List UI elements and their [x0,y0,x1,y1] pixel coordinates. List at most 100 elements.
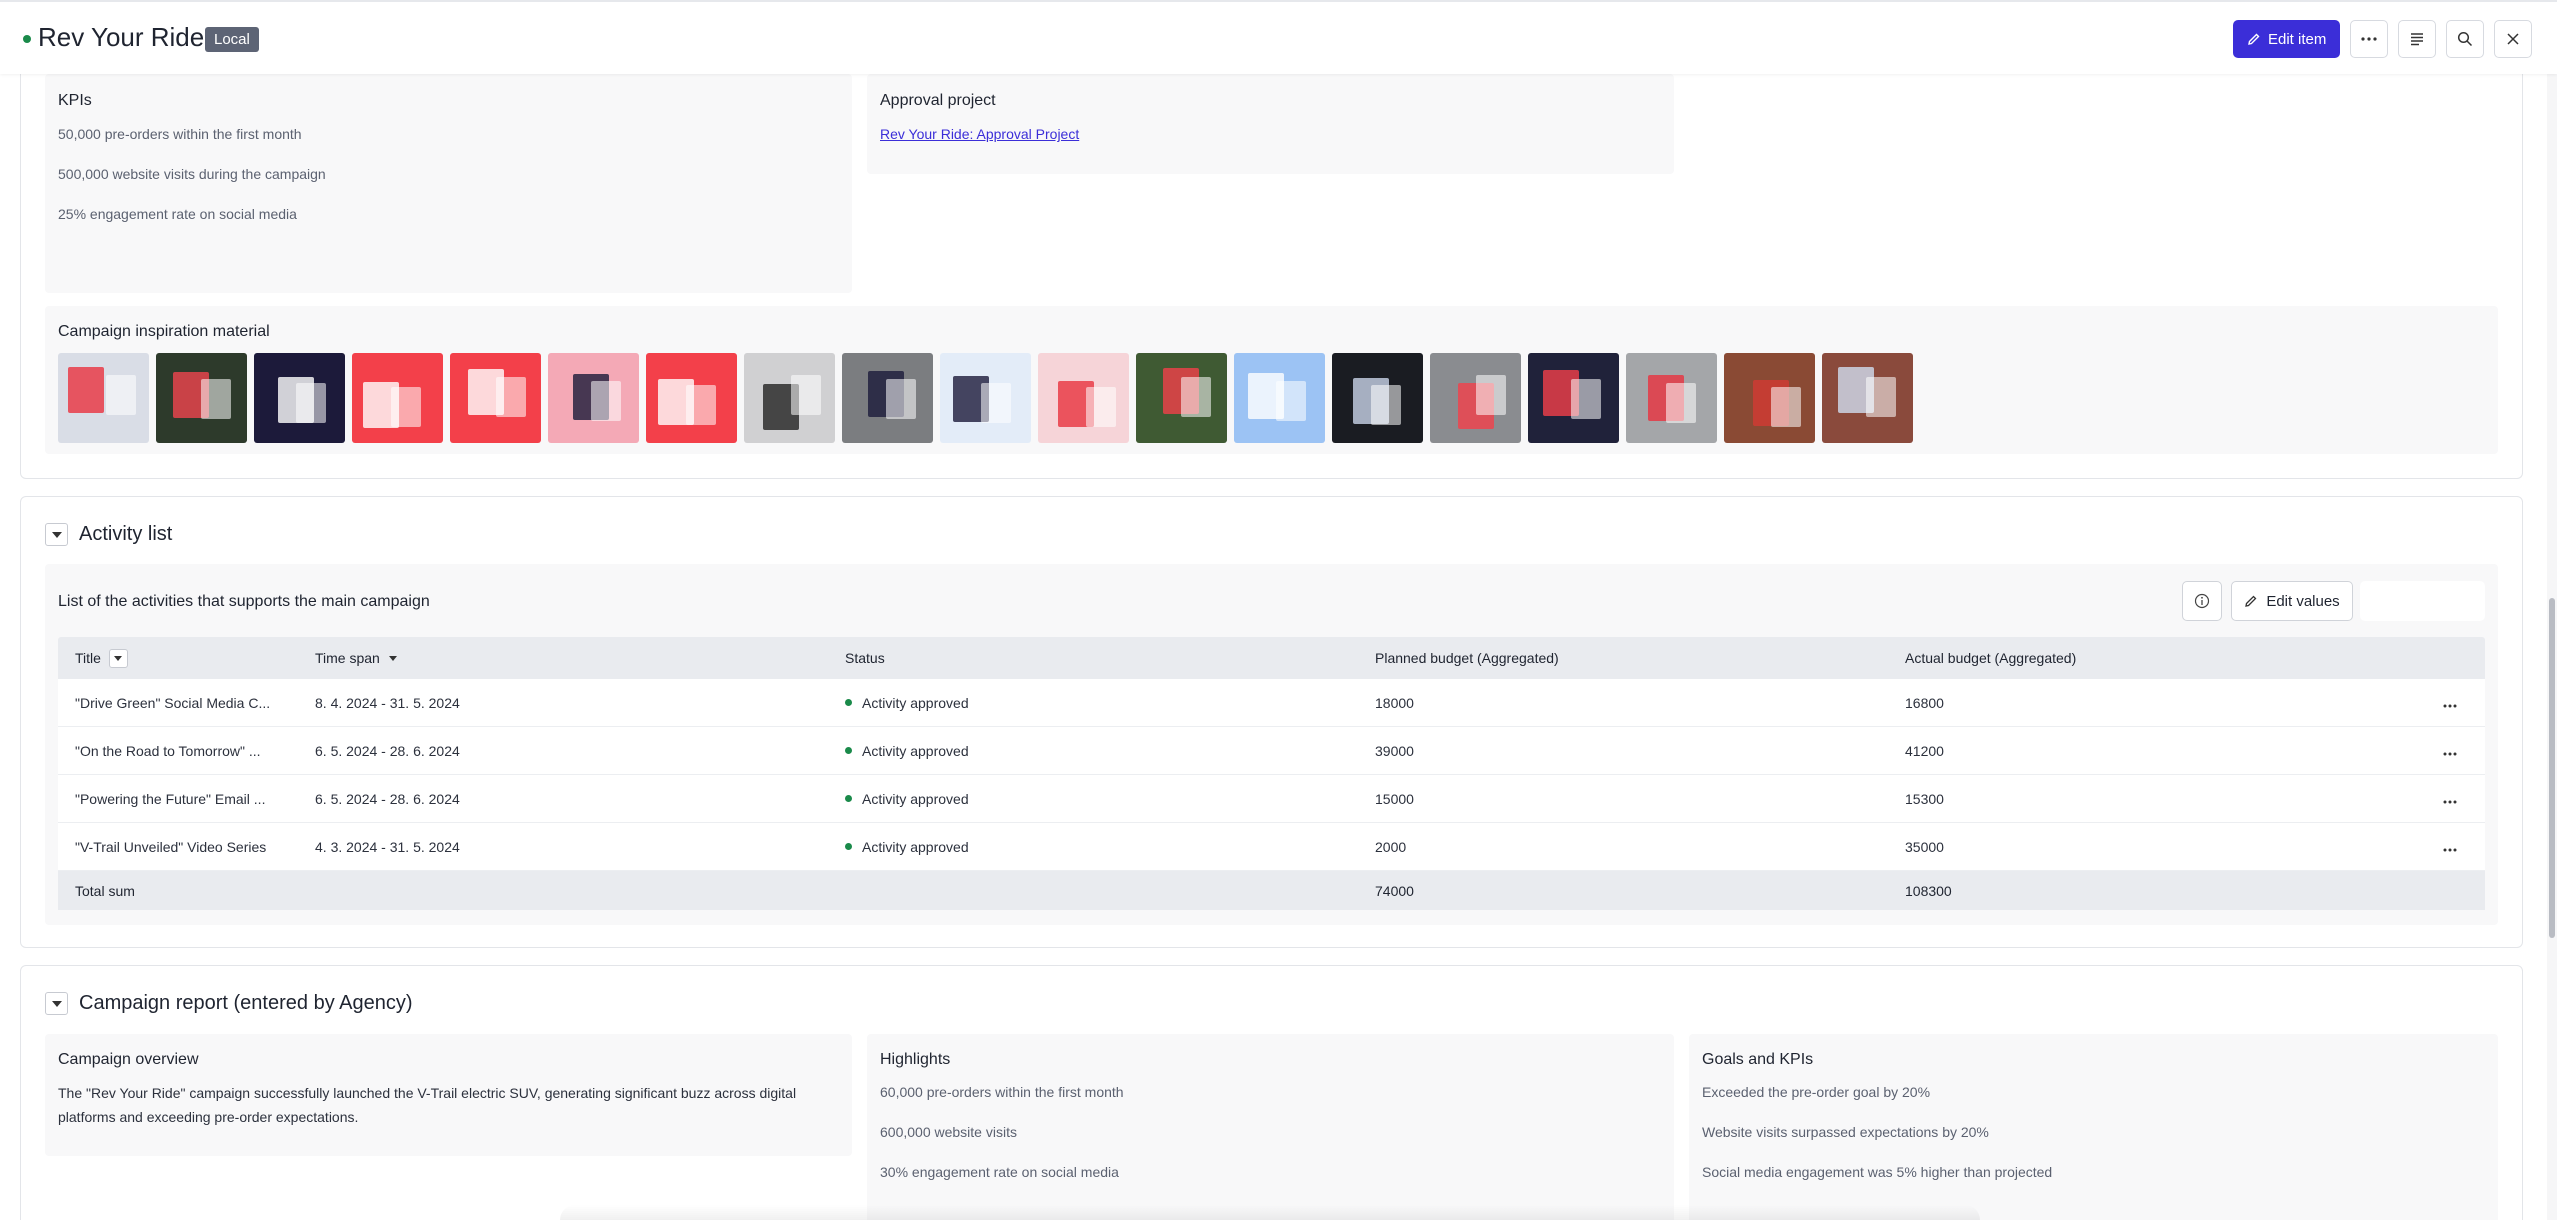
collapse-activity-button[interactable] [45,523,68,546]
table-row[interactable]: "Powering the Future" Email ... 6. 5. 20… [58,775,2485,823]
inspiration-thumbnail[interactable] [1136,353,1227,443]
row-actual-budget: 41200 [1905,742,1944,759]
title-column-menu-button[interactable] [108,648,128,668]
search-icon [2457,31,2473,47]
inspiration-thumbnail[interactable] [940,353,1031,443]
approval-project-link[interactable]: Rev Your Ride: Approval Project [880,126,1079,142]
thumbnail-card-shape [1086,387,1116,427]
edit-item-button[interactable]: Edit item [2233,20,2340,58]
inspiration-thumbnail[interactable] [58,353,149,443]
inspiration-thumbnail[interactable] [842,353,933,443]
plus-icon [2375,596,2386,606]
row-more-button[interactable] [2443,743,2457,759]
row-status: Activity approved [845,743,969,759]
scrollbar-thumb[interactable] [2549,598,2555,938]
row-more-button[interactable] [2443,791,2457,807]
row-title[interactable]: "Drive Green" Social Media C... [75,695,270,711]
collapse-report-button[interactable] [45,992,68,1015]
campaign-overview-panel: Campaign overview The "Rev Your Ride" ca… [45,1034,852,1156]
approval-panel: Approval project Rev Your Ride: Approval… [867,74,1674,174]
total-planned: 74000 [1375,882,1414,899]
goals-title: Goals and KPIs [1702,1051,1814,1068]
inspiration-thumbnail[interactable] [744,353,835,443]
status-dot [845,843,852,850]
table-row[interactable]: "V-Trail Unveiled" Video Series 4. 3. 20… [58,823,2485,871]
kpi-line: 500,000 website visits during the campai… [58,166,326,182]
inspiration-thumbnail[interactable] [352,353,443,443]
table-row[interactable]: "On the Road to Tomorrow" ... 6. 5. 2024… [58,727,2485,775]
kpi-line: 25% engagement rate on social media [58,206,297,222]
total-actual: 108300 [1905,882,1952,899]
row-title[interactable]: "Powering the Future" Email ... [75,791,265,807]
inspiration-thumbnail[interactable] [450,353,541,443]
create-new-button[interactable]: Create new [2360,581,2485,621]
pencil-icon [2248,33,2260,45]
column-time-span-label: Time span [315,650,380,666]
thumbnail-card-shape [106,375,136,415]
activity-list-title: Activity list [79,523,173,545]
column-header-time-span[interactable]: Time span [315,650,397,666]
thumbnail-card-shape [201,379,231,419]
inspiration-thumbnail[interactable] [1234,353,1325,443]
row-actual-budget: 16800 [1905,694,1944,711]
goals-kpis-panel: Goals and KPIs Exceeded the pre-order go… [1689,1034,2498,1220]
inspiration-thumbnail[interactable] [1332,353,1423,443]
row-status: Activity approved [845,791,969,807]
info-button[interactable] [2182,581,2222,621]
edit-values-button[interactable]: Edit values [2231,581,2353,621]
close-icon [2507,33,2519,45]
row-status: Activity approved [845,839,969,855]
thumbnail-card-shape [591,381,621,421]
column-header-actual-budget[interactable]: Actual budget (Aggregated) [1905,650,2076,666]
inspiration-thumbnail[interactable] [1724,353,1815,443]
more-horizontal-icon [2443,752,2457,755]
row-time-span: 6. 5. 2024 - 28. 6. 2024 [315,790,460,807]
table-total-row: Total sum 74000 108300 [58,871,2485,910]
bottom-shadow [560,1205,1980,1220]
thumbnail-card-shape [496,377,526,417]
inspiration-thumbnail[interactable] [1430,353,1521,443]
row-status-label: Activity approved [862,838,969,855]
more-horizontal-icon [2443,848,2457,851]
kpis-title: KPIs [58,92,92,109]
thumbnail-card-shape [981,383,1011,423]
thumbnail-card-shape [686,385,716,425]
inspiration-thumbnail[interactable] [1822,353,1913,443]
thumbnail-card-shape [68,367,104,413]
table-row[interactable]: "Drive Green" Social Media C... 8. 4. 20… [58,679,2485,727]
row-actual-budget: 35000 [1905,838,1944,855]
inspiration-thumbnail[interactable] [1528,353,1619,443]
inspiration-thumbnail[interactable] [156,353,247,443]
column-header-status[interactable]: Status [845,650,885,666]
goal-line: Exceeded the pre-order goal by 20% [1702,1084,1931,1100]
overview-title: Campaign overview [58,1051,199,1068]
more-options-button[interactable] [2350,20,2388,58]
row-planned-budget: 18000 [1375,694,1414,711]
inspiration-thumbnail[interactable] [1626,353,1717,443]
thumbnail-card-shape [886,379,916,419]
row-more-button[interactable] [2443,839,2457,855]
edit-item-label: Edit item [2268,30,2327,48]
row-planned-budget: 39000 [1375,742,1414,759]
outline-view-button[interactable] [2398,20,2436,58]
row-status-label: Activity approved [862,790,969,807]
inspiration-thumbnail[interactable] [548,353,639,443]
inspiration-thumbnail[interactable] [254,353,345,443]
activity-table: Title Time span Status Planned budget (A… [58,637,2485,910]
column-header-planned-budget[interactable]: Planned budget (Aggregated) [1375,650,1559,666]
inspiration-thumbnail[interactable] [1038,353,1129,443]
row-title[interactable]: "On the Road to Tomorrow" ... [75,743,261,759]
highlight-line: 30% engagement rate on social media [880,1164,1119,1180]
column-header-title[interactable]: Title [75,648,128,668]
inspiration-thumbnail[interactable] [646,353,737,443]
row-title[interactable]: "V-Trail Unveiled" Video Series [75,839,266,855]
close-button[interactable] [2494,20,2532,58]
row-more-button[interactable] [2443,695,2457,711]
total-label: Total sum [75,882,135,899]
more-horizontal-icon [2361,37,2377,41]
kpis-panel: KPIs 50,000 pre-orders within the first … [45,74,852,293]
search-button[interactable] [2446,20,2484,58]
thumbnail-card-shape [1181,377,1211,417]
thumbnail-card-shape [791,375,821,415]
local-badge: Local [205,27,259,52]
